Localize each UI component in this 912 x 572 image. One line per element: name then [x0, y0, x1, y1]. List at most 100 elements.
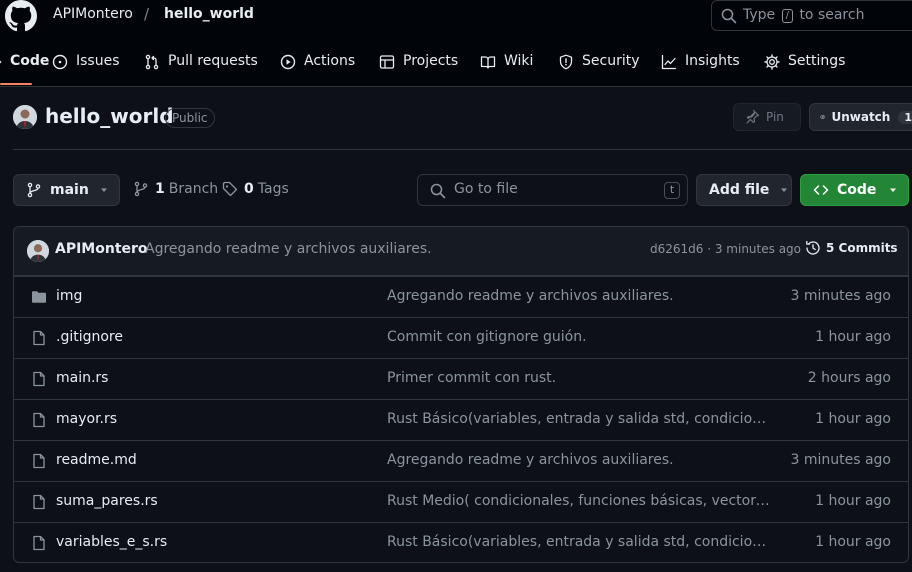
file-row[interactable]: .gitignore Commit con gitignore guión. 1… [14, 317, 908, 358]
watch-count: 1 [898, 110, 912, 124]
triangle-down-icon [890, 188, 897, 192]
file-icon [31, 330, 47, 346]
code-icon [0, 60, 2, 64]
file-icon [31, 412, 47, 428]
tab-projects[interactable]: Projects [379, 46, 458, 86]
file-commit-message[interactable]: Rust Medio( condicionales, funciones bás… [387, 493, 771, 509]
play-icon [280, 54, 296, 70]
commit-message[interactable]: Agregando readme y archivos auxiliares. [145, 241, 432, 257]
history-icon [806, 240, 820, 255]
file-commit-time: 1 hour ago [815, 534, 891, 550]
active-tab-indicator [0, 83, 32, 85]
tab-projects-label: Projects [403, 53, 459, 69]
file-name[interactable]: main.rs [56, 370, 108, 386]
file-row[interactable]: readme.md Agregando readme y archivos au… [14, 440, 908, 481]
repo-title[interactable]: hello_world [45, 104, 174, 128]
tab-pull-requests[interactable]: Pull requests [144, 46, 258, 86]
global-search-input[interactable]: Type / to search [711, 0, 912, 31]
tags-link[interactable]: 0 Tags [222, 181, 289, 197]
unwatch-label: Unwatch [831, 110, 891, 124]
file-icon [31, 535, 47, 551]
file-directory-icon [31, 289, 47, 305]
code-button-label: Code [837, 182, 877, 198]
divider [13, 149, 912, 150]
repo-nav: Code Issues Pull requests Actions Projec… [0, 46, 912, 86]
branches-link[interactable]: 1 Branch [133, 181, 218, 197]
tab-settings-label: Settings [788, 53, 846, 69]
unwatch-button[interactable]: Unwatch 1 [809, 103, 912, 131]
search-placeholder-suffix: to search [799, 7, 865, 23]
tab-settings[interactable]: Settings [764, 46, 845, 86]
go-to-file-input[interactable]: Go to file t [417, 174, 688, 206]
tab-security-label: Security [582, 53, 640, 69]
breadcrumb-repo[interactable]: hello_world [164, 6, 254, 22]
go-to-file-placeholder: Go to file [454, 181, 518, 197]
add-file-button[interactable]: Add file [696, 174, 792, 206]
file-icon [31, 371, 47, 387]
code-button[interactable]: Code [800, 174, 909, 206]
git-branch-icon [27, 182, 41, 198]
commit-hash-time[interactable]: d6261d6 · 3 minutes ago [650, 242, 801, 256]
git-branch-icon [134, 181, 148, 197]
file-name[interactable]: mayor.rs [56, 411, 117, 427]
book-icon [480, 56, 496, 69]
gear-icon [764, 54, 780, 70]
file-row[interactable]: main.rs Primer commit con rust. 2 hours … [14, 358, 908, 399]
file-icon [31, 453, 47, 469]
triangle-down-icon [100, 188, 107, 192]
file-commit-message[interactable]: Agregando readme y archivos auxiliares. [387, 452, 771, 468]
pin-button[interactable]: Pin [733, 103, 801, 131]
file-commit-time: 1 hour ago [815, 329, 891, 345]
search-icon [721, 8, 737, 24]
search-shortcut-key: / [781, 9, 793, 23]
github-logo-icon[interactable] [5, 0, 37, 32]
graph-icon [661, 54, 677, 70]
file-name[interactable]: suma_pares.rs [56, 493, 158, 509]
tab-issues[interactable]: Issues [52, 46, 120, 86]
tag-icon [222, 181, 238, 197]
file-name[interactable]: readme.md [56, 452, 137, 468]
latest-commit-row: APIMontero Agregando readme y archivos a… [14, 227, 908, 276]
file-commit-message[interactable]: Rust Básico(variables, entrada y salida … [387, 534, 771, 550]
file-name[interactable]: variables_e_s.rs [56, 534, 167, 550]
commits-link[interactable]: 5 Commits [805, 240, 898, 256]
tab-actions[interactable]: Actions [280, 46, 355, 86]
tab-code[interactable]: Code [0, 46, 49, 86]
file-name[interactable]: img [56, 288, 82, 304]
breadcrumb-owner[interactable]: APIMontero [53, 6, 133, 22]
pin-icon [746, 109, 760, 124]
file-row[interactable]: img Agregando readme y archivos auxiliar… [14, 276, 908, 317]
file-row[interactable]: suma_pares.rs Rust Medio( condicionales,… [14, 481, 908, 522]
commit-author[interactable]: APIMontero [55, 241, 148, 257]
tab-wiki-label: Wiki [504, 53, 534, 69]
tab-insights[interactable]: Insights [661, 46, 740, 86]
branch-count-label: Branch [168, 181, 219, 197]
avatar[interactable] [27, 240, 49, 262]
file-commit-message[interactable]: Commit con gitignore guión. [387, 329, 771, 345]
file-row[interactable]: mayor.rs Rust Básico(variables, entrada … [14, 399, 908, 440]
avatar[interactable] [13, 105, 37, 129]
shield-icon [559, 54, 573, 70]
file-row[interactable]: variables_e_s.rs Rust Básico(variables, … [14, 522, 908, 562]
git-pull-request-icon [145, 54, 159, 70]
search-icon [430, 183, 446, 199]
branch-select-button[interactable]: main [13, 174, 120, 206]
triangle-down-icon [781, 188, 788, 192]
file-commit-time: 3 minutes ago [790, 288, 891, 304]
branch-count: 1 [155, 181, 165, 197]
file-commit-time: 2 hours ago [807, 370, 891, 386]
file-commit-message[interactable]: Primer commit con rust. [387, 370, 771, 386]
file-commit-time: 1 hour ago [815, 411, 891, 427]
tab-issues-label: Issues [76, 53, 120, 69]
tab-security[interactable]: Security [558, 46, 640, 86]
file-commit-time: 3 minutes ago [790, 452, 891, 468]
tab-insights-label: Insights [685, 53, 740, 69]
table-icon [379, 55, 395, 69]
tab-wiki[interactable]: Wiki [480, 46, 533, 86]
file-commit-message[interactable]: Rust Básico(variables, entrada y salida … [387, 411, 771, 427]
file-name[interactable]: .gitignore [56, 329, 123, 345]
file-table: APIMontero Agregando readme y archivos a… [13, 226, 909, 563]
search-placeholder-prefix: Type [743, 7, 776, 23]
visibility-badge: Public [165, 108, 215, 128]
file-commit-message[interactable]: Agregando readme y archivos auxiliares. [387, 288, 771, 304]
